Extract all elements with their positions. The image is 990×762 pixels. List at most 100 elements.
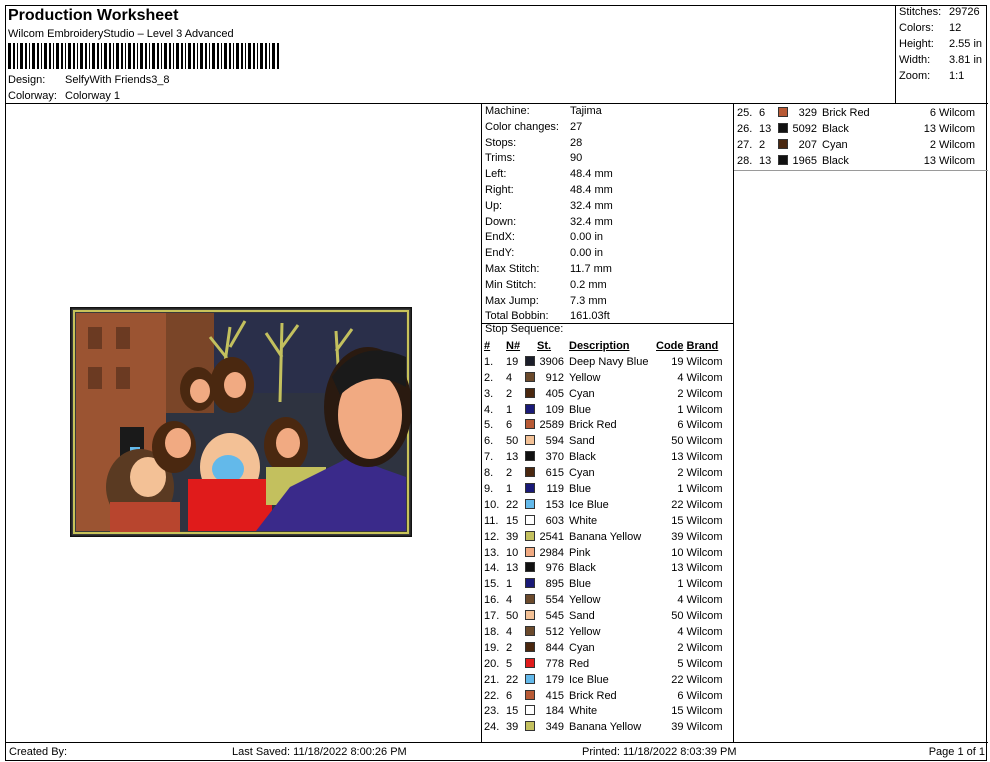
thread-code: 13 <box>671 562 684 575</box>
table-row: 13. 10 2984 Pink 10 Wilcom <box>484 545 729 561</box>
machine-info-label: Stops: <box>485 136 517 149</box>
barcode-bar <box>205 43 207 69</box>
stitch-count: 615 <box>545 467 564 480</box>
table-row: 5. 6 2589 Brick Red 6 Wilcom <box>484 417 729 433</box>
barcode-bar <box>197 43 198 69</box>
barcode-bar <box>260 43 263 69</box>
barcode-bar <box>29 43 30 69</box>
stitch-count: 370 <box>545 451 564 464</box>
barcode-bar <box>61 43 63 69</box>
barcode-bar <box>248 43 251 69</box>
machine-info-label: Machine: <box>485 105 530 117</box>
machine-info-label: Max Stitch: <box>485 263 540 275</box>
color-swatch <box>523 688 537 704</box>
thread-brand: Wilcom <box>686 451 723 464</box>
machine-info-label: Total Bobbin: <box>485 310 549 323</box>
color-swatch <box>523 513 537 529</box>
thread-brand: Wilcom <box>939 154 976 167</box>
barcode-bar <box>49 43 51 69</box>
color-swatch-box <box>525 514 535 525</box>
needle-number: 19 <box>506 355 519 368</box>
color-swatch <box>523 703 537 719</box>
stitch-count: 184 <box>545 705 564 718</box>
stitch-count: 912 <box>545 371 564 384</box>
thread-description: White <box>569 514 598 527</box>
table-row: 19. 2 844 Cyan 2 Wilcom <box>484 640 729 656</box>
thread-description: Blue <box>569 482 592 495</box>
table-row: 3. 2 405 Cyan 2 Wilcom <box>484 386 729 402</box>
machine-info-label: Trims: <box>485 152 516 165</box>
page-title: Production Worksheet <box>8 7 179 24</box>
needle-number: 39 <box>506 721 519 734</box>
barcode-bar <box>169 43 171 69</box>
thread-code: 15 <box>671 514 684 527</box>
color-swatch-box <box>525 482 535 493</box>
machine-info-value: 48.4 mm <box>570 184 613 196</box>
row-number: 23. <box>484 705 500 718</box>
thread-code: 1 <box>677 482 684 495</box>
worksheet-header: Production Worksheet Wilcom EmbroiderySt… <box>6 6 896 104</box>
machine-info-value: 90 <box>570 152 583 165</box>
stitch-count: 179 <box>545 673 564 686</box>
row-number: 12. <box>484 530 500 543</box>
stat-width: Width: 3.81 in <box>899 54 983 66</box>
needle-number: 2 <box>506 387 513 400</box>
barcode-bar <box>125 43 126 69</box>
barcode-bar <box>161 43 162 69</box>
row-number: 26. <box>737 122 753 135</box>
color-swatch-box <box>525 610 535 621</box>
stitch-count: 512 <box>545 625 564 638</box>
color-swatch <box>776 137 790 153</box>
color-swatch-box <box>525 562 535 573</box>
row-number: 27. <box>737 138 753 151</box>
color-swatch <box>776 105 790 121</box>
barcode-bar <box>181 43 183 69</box>
divider <box>734 170 988 171</box>
color-swatch <box>776 153 790 169</box>
machine-info-label: Up: <box>485 199 503 212</box>
thread-brand: Wilcom <box>939 122 976 135</box>
color-swatch <box>523 608 537 624</box>
color-swatch-box <box>525 387 535 398</box>
thread-brand: Wilcom <box>686 641 723 654</box>
thread-brand: Wilcom <box>686 498 723 511</box>
color-swatch <box>523 656 537 672</box>
worksheet-page: Production Worksheet Wilcom EmbroiderySt… <box>5 5 988 761</box>
row-number: 13. <box>484 546 500 559</box>
row-number: 21. <box>484 673 500 686</box>
machine-info-value: 7.3 mm <box>570 294 607 307</box>
barcode-bar <box>221 43 222 69</box>
thread-brand: Wilcom <box>686 371 723 384</box>
needle-number: 13 <box>759 154 772 167</box>
color-swatch-box <box>525 578 535 589</box>
barcode <box>8 43 279 69</box>
table-row: 18. 4 512 Yellow 4 Wilcom <box>484 624 729 640</box>
needle-number: 2 <box>506 641 513 654</box>
color-swatch <box>523 576 537 592</box>
barcode-bar <box>176 43 179 69</box>
thread-description: Red <box>569 657 590 670</box>
color-swatch-box <box>778 106 788 117</box>
barcode-bar <box>13 43 15 69</box>
color-swatch-box <box>525 467 535 478</box>
thread-description: Black <box>569 451 596 464</box>
barcode-bar <box>253 43 255 69</box>
stat-zoom: Zoom: 1:1 <box>899 70 965 82</box>
barcode-bar <box>25 43 27 69</box>
barcode-bar <box>101 43 102 69</box>
barcode-bar <box>241 43 243 69</box>
row-number: 25. <box>737 106 753 119</box>
color-swatch-box <box>525 435 535 446</box>
barcode-bar <box>217 43 219 69</box>
color-swatch <box>523 433 537 449</box>
thread-description: Cyan <box>822 138 848 151</box>
needle-number: 1 <box>506 578 513 591</box>
thread-code: 39 <box>671 721 684 734</box>
thread-description: Pink <box>569 546 591 559</box>
table-row: 14. 13 976 Black 13 Wilcom <box>484 560 729 576</box>
needle-number: 2 <box>506 467 513 480</box>
thread-description: Yellow <box>569 594 601 607</box>
color-swatch <box>523 481 537 497</box>
barcode-bar <box>97 43 99 69</box>
stitch-count: 153 <box>545 498 564 511</box>
